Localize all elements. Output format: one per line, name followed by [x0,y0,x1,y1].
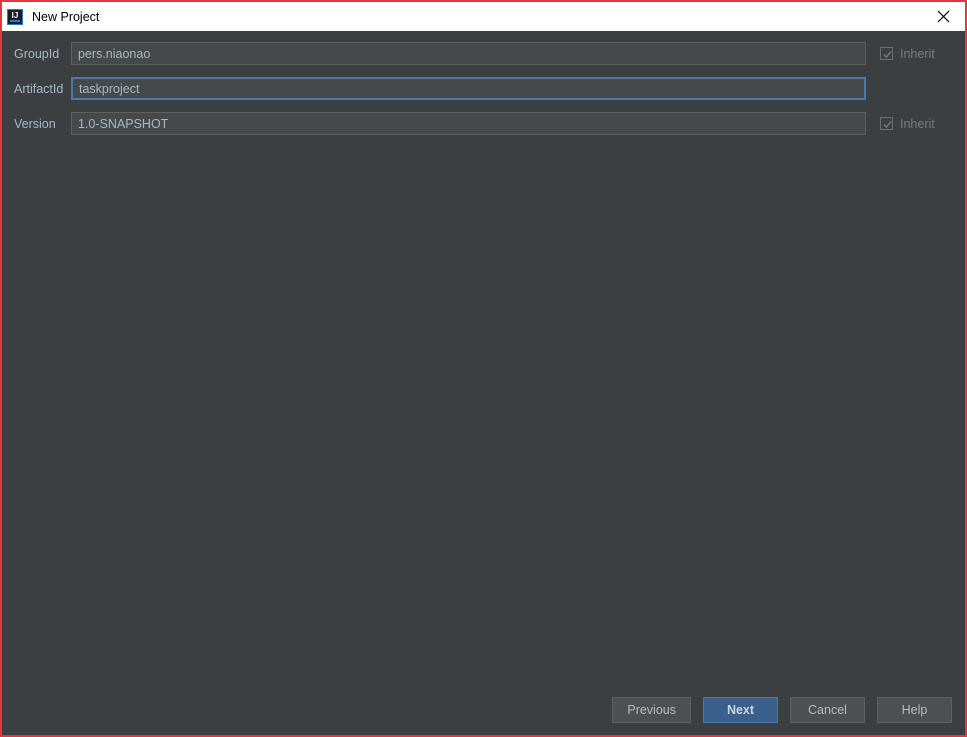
next-button[interactable]: Next [703,697,778,723]
intellij-idea-icon: IJ [7,8,23,25]
close-icon [937,10,949,23]
checkmark-icon [883,120,892,129]
form-row-artifactid: ArtifactId Inherit [2,77,965,100]
groupid-label: GroupId [14,46,60,61]
groupid-inherit-checkbox[interactable]: Inherit [880,47,935,61]
checkbox-box [880,47,893,60]
app-icon-text: IJ [11,10,19,20]
groupid-inherit-label: Inherit [900,46,935,61]
form-row-version: Version Inherit [2,112,965,135]
artifactid-input[interactable] [71,77,866,100]
previous-button[interactable]: Previous [612,697,691,723]
help-button[interactable]: Help [877,697,952,723]
app-icon-bar [10,19,20,22]
new-project-dialog: IJ New Project GroupId pers.niaonao Inhe… [0,0,967,737]
dialog-title: New Project [32,9,100,24]
form-row-groupid: GroupId Inherit [2,42,965,65]
groupid-input[interactable] [71,42,866,65]
version-inherit-label: Inherit [900,116,935,131]
cancel-button[interactable]: Cancel [790,697,865,723]
maven-coordinates-form: GroupId Inherit ArtifactId Inhe [2,31,965,147]
artifactid-label: ArtifactId [14,81,64,96]
version-label: Version [14,116,56,131]
dialog-titlebar: IJ New Project [2,2,965,31]
close-button[interactable] [921,2,965,31]
version-inherit-checkbox[interactable]: Inherit [880,117,935,131]
checkbox-box [880,117,893,130]
dialog-body: GroupId Inherit ArtifactId Inhe [2,31,965,735]
checkmark-icon [883,50,892,59]
version-input[interactable] [71,112,866,135]
dialog-button-bar: Previous Next Cancel Help [612,697,952,723]
